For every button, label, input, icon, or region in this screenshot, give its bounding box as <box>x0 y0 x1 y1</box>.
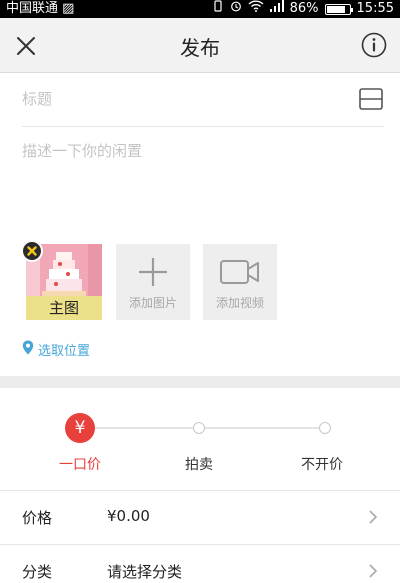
page-title: 发布 <box>180 36 220 60</box>
cover-label: 主图 <box>26 296 102 320</box>
sale-mode-auction[interactable]: 拍卖 <box>159 454 239 474</box>
price-row[interactable]: 价格 ¥0.00 <box>0 490 400 540</box>
signal-icon <box>269 0 284 18</box>
sale-mode-fixed-price[interactable]: 一口价 <box>40 454 120 474</box>
vibrate-icon <box>212 0 224 18</box>
divider <box>22 126 384 127</box>
category-label: 分类 <box>22 563 53 581</box>
battery-fill <box>326 5 346 13</box>
section-separator <box>0 376 400 388</box>
clock: 15:55 <box>356 1 394 16</box>
plus-icon <box>116 252 190 292</box>
location-label: 选取位置 <box>38 344 91 359</box>
remove-image-icon[interactable] <box>21 240 43 262</box>
category-value: 请选择分类 <box>107 563 183 581</box>
sale-mode-no-price[interactable]: 不开价 <box>282 454 362 474</box>
sale-mode-dot-no-price[interactable] <box>319 422 331 434</box>
price-label: 价格 <box>22 509 53 527</box>
title-input[interactable] <box>22 86 342 112</box>
status-icons: 86% 15:55 <box>212 0 394 18</box>
wifi-icon <box>248 0 264 18</box>
scan-icon[interactable] <box>358 86 384 112</box>
location-pin-icon <box>22 340 34 359</box>
add-image-label: 添加图片 <box>128 296 177 310</box>
add-image-button[interactable]: 添加图片 <box>116 244 190 320</box>
battery-icon <box>324 3 353 15</box>
battery-percent: 86% <box>289 1 319 16</box>
info-icon[interactable] <box>360 31 388 59</box>
add-video-label: 添加视频 <box>215 296 264 310</box>
description-field[interactable] <box>22 140 382 230</box>
sale-mode-selected-badge[interactable]: ¥ <box>65 413 95 443</box>
add-video-button[interactable]: 添加视频 <box>203 244 277 320</box>
price-value: ¥0.00 <box>107 507 150 525</box>
video-camera-icon <box>203 252 277 292</box>
alarm-icon <box>230 0 242 18</box>
sale-mode-dot-auction[interactable] <box>193 422 205 434</box>
header: 发布 <box>0 18 400 73</box>
chevron-right-icon <box>368 509 378 525</box>
status-bar: 中国联通 ▨ 86% 15:55 <box>0 0 400 18</box>
category-row[interactable]: 分类 请选择分类 <box>0 544 400 583</box>
select-location-link[interactable]: 选取位置 <box>22 340 90 359</box>
chevron-right-icon <box>368 563 378 579</box>
carrier-name: 中国联通 ▨ <box>6 1 75 16</box>
